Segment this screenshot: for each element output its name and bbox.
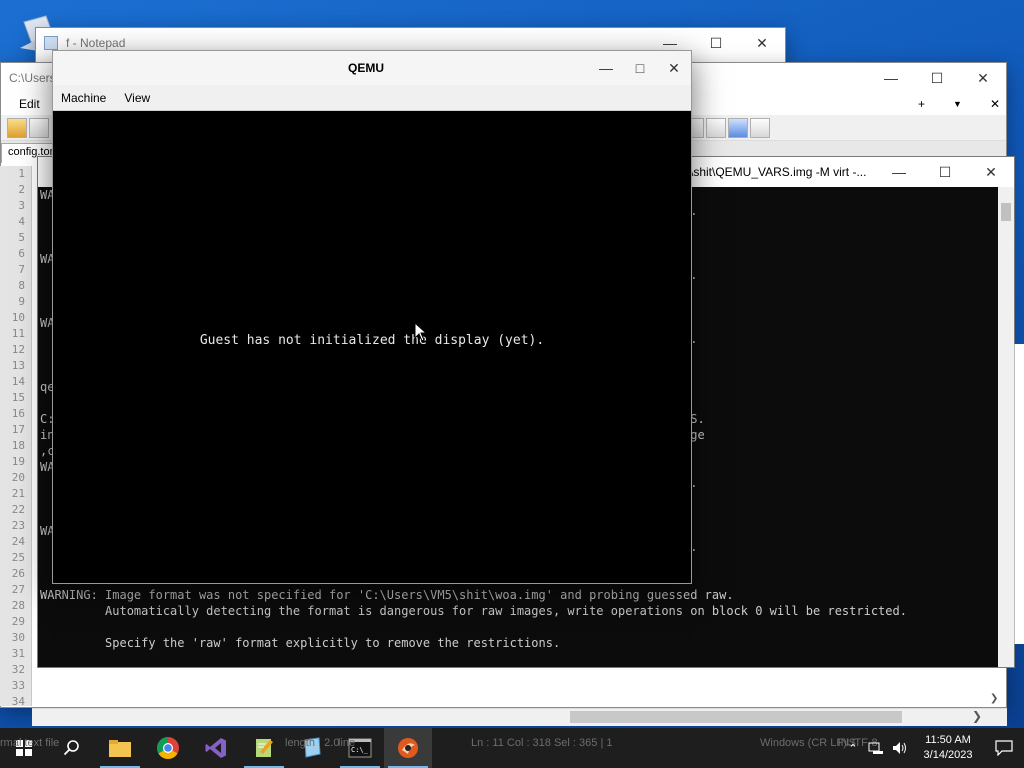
maximize-icon[interactable]: ☐ bbox=[693, 28, 739, 58]
tab-list-icon[interactable]: ▼ bbox=[953, 99, 962, 109]
line-number: 33 bbox=[11, 679, 25, 692]
line-number: 21 bbox=[11, 487, 25, 500]
menu-edit[interactable]: Edit bbox=[19, 97, 40, 111]
macro-run-multiple-icon[interactable] bbox=[728, 117, 748, 138]
line-number: 6 bbox=[18, 247, 25, 260]
system-tray: UTF-8 INS ⌃ 11:50 AM 3/14/2023 bbox=[838, 728, 1024, 768]
line-number: 1 bbox=[18, 167, 25, 180]
editor-scroll-thumb[interactable] bbox=[570, 711, 902, 723]
line-number-gutter: 1 2 3 4 5 6 7 8 9 10 11 12 13 14 15 16 17 18 19 20 21 22 23 24 2… bbox=[0, 166, 32, 708]
status-eol: Windows (CR LF) bbox=[760, 737, 847, 749]
line-number: 20 bbox=[11, 471, 25, 484]
macro-save-icon[interactable] bbox=[750, 117, 770, 138]
minimize-icon[interactable]: — bbox=[868, 63, 914, 93]
window-edge-fragment bbox=[1014, 344, 1024, 644]
line-number: 25 bbox=[11, 551, 25, 564]
line-number: 4 bbox=[18, 215, 25, 228]
scroll-right-icon[interactable]: ❯ bbox=[972, 709, 982, 723]
status-position: Ln : 11 Col : 318 Sel : 365 | 1 bbox=[471, 737, 613, 749]
notepadpp-icon[interactable] bbox=[240, 728, 288, 768]
chrome-icon[interactable] bbox=[144, 728, 192, 768]
line-number: 10 bbox=[11, 311, 25, 324]
line-number: 8 bbox=[18, 279, 25, 292]
line-number: 28 bbox=[11, 599, 25, 612]
line-number: 27 bbox=[11, 583, 25, 596]
open-file-icon[interactable] bbox=[7, 117, 27, 138]
line-number: 34 bbox=[11, 695, 25, 708]
line-number: 18 bbox=[11, 439, 25, 452]
maximize-icon[interactable]: ☐ bbox=[914, 63, 960, 93]
clock[interactable]: 11:50 AM 3/14/2023 bbox=[912, 733, 984, 763]
menu-machine[interactable]: Machine bbox=[61, 91, 106, 105]
mouse-cursor-icon bbox=[414, 321, 428, 342]
menu-view[interactable]: View bbox=[124, 91, 150, 105]
qemu-window[interactable]: QEMU — □ ✕ Machine View Guest has not in… bbox=[52, 50, 692, 584]
guest-display[interactable]: Guest has not initialized the display (y… bbox=[53, 111, 691, 583]
status-length: length : 2.0 bbox=[285, 737, 340, 749]
line-number: 11 bbox=[11, 327, 25, 340]
line-number: 29 bbox=[11, 615, 25, 628]
minimize-icon[interactable]: — bbox=[589, 53, 623, 83]
console-line: WARNING: Image format was not specified … bbox=[40, 588, 734, 602]
close-icon[interactable]: ✕ bbox=[739, 28, 785, 58]
line-number: 32 bbox=[11, 663, 25, 676]
line-number: 15 bbox=[11, 391, 25, 404]
line-number: 23 bbox=[11, 519, 25, 532]
line-number: 31 bbox=[11, 647, 25, 660]
minimize-icon[interactable]: — bbox=[876, 157, 922, 187]
qemu-taskbar-icon[interactable] bbox=[384, 728, 432, 768]
notepad-icon bbox=[44, 36, 58, 50]
clock-date: 3/14/2023 bbox=[923, 749, 973, 761]
line-number: 19 bbox=[11, 455, 25, 468]
visual-studio-icon[interactable] bbox=[192, 728, 240, 768]
line-number: 13 bbox=[11, 359, 25, 372]
notepad-title: f - Notepad bbox=[66, 36, 126, 50]
status-lines: line bbox=[338, 737, 356, 749]
notifications-icon[interactable] bbox=[984, 740, 1024, 756]
clock-time: 11:50 AM bbox=[925, 734, 971, 746]
line-number: 2 bbox=[18, 183, 25, 196]
line-number: 3 bbox=[18, 199, 25, 212]
line-number: 24 bbox=[11, 535, 25, 548]
line-number: 7 bbox=[18, 263, 25, 276]
line-number: 26 bbox=[11, 567, 25, 580]
save-icon[interactable] bbox=[29, 117, 49, 138]
network-icon[interactable] bbox=[864, 741, 888, 755]
status-file-type: rmal text file bbox=[0, 737, 60, 749]
maximize-icon[interactable]: □ bbox=[623, 53, 657, 83]
maximize-icon[interactable]: ☐ bbox=[922, 157, 968, 187]
console-scrollbar[interactable] bbox=[998, 187, 1014, 667]
qemu-title: QEMU bbox=[348, 61, 384, 75]
line-number: 17 bbox=[11, 423, 25, 436]
macro-play-icon[interactable] bbox=[706, 117, 726, 138]
line-number: 5 bbox=[18, 231, 25, 244]
console-scroll-thumb[interactable] bbox=[1001, 203, 1011, 221]
close-tab-icon[interactable]: ✕ bbox=[990, 97, 1000, 111]
close-icon[interactable]: ✕ bbox=[960, 63, 1006, 93]
scroll-down-icon[interactable]: ❯ bbox=[990, 693, 998, 704]
line-number: 16 bbox=[11, 407, 25, 420]
taskbar: C:\_ rmal text file length : 2.0 line Ln… bbox=[0, 728, 1024, 768]
line-number: 9 bbox=[18, 295, 25, 308]
file-explorer-icon[interactable] bbox=[96, 728, 144, 768]
line-number: 12 bbox=[11, 343, 25, 356]
line-number: 14 bbox=[11, 375, 25, 388]
console-line: Specify the 'raw' format explicitly to r… bbox=[40, 636, 561, 650]
guest-display-message: Guest has not initialized the display (y… bbox=[199, 333, 545, 348]
close-icon[interactable]: ✕ bbox=[968, 157, 1014, 187]
line-number: 30 bbox=[11, 631, 25, 644]
chevron-up-icon[interactable]: ⌃ bbox=[842, 742, 864, 755]
console-line: Automatically detecting the format is da… bbox=[40, 604, 907, 618]
add-tab-icon[interactable]: + bbox=[918, 97, 925, 111]
line-number: 22 bbox=[11, 503, 25, 516]
close-icon[interactable]: ✕ bbox=[657, 53, 691, 83]
volume-icon[interactable] bbox=[888, 741, 912, 755]
